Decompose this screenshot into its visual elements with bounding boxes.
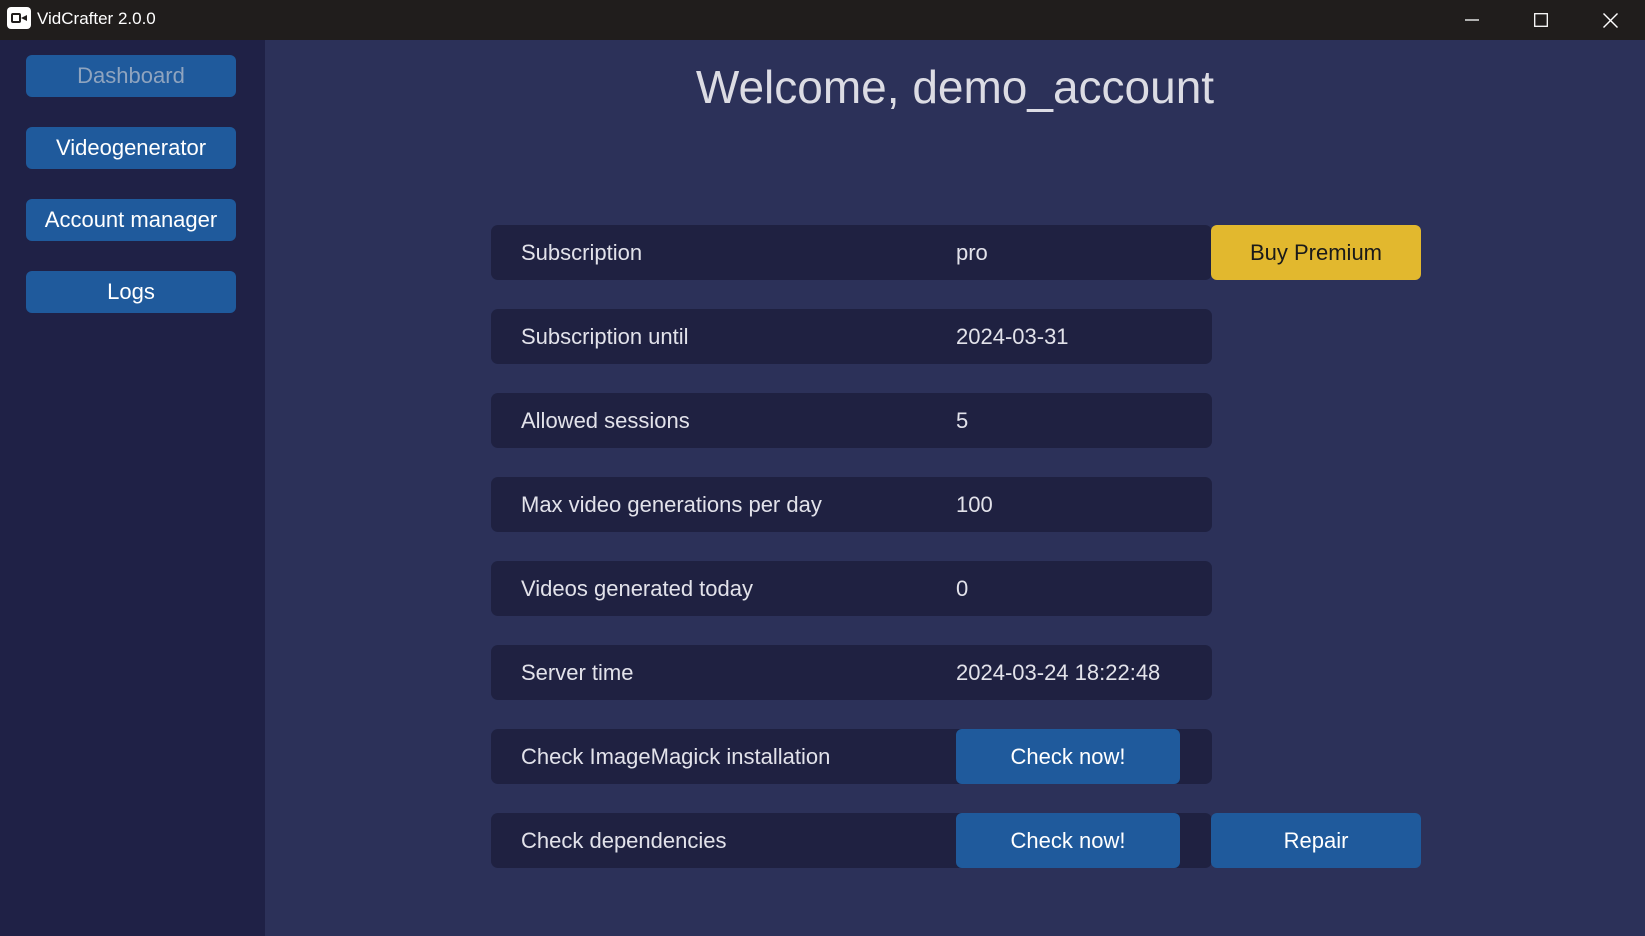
close-icon	[1603, 13, 1618, 28]
row-server-time: Server time 2024-03-24 18:22:48	[491, 645, 1212, 700]
sidebar-item-dashboard[interactable]: Dashboard	[26, 55, 236, 97]
row-label: Videos generated today	[521, 576, 753, 601]
page-title: Welcome, demo_account	[695, 61, 1215, 113]
row-value: 100	[956, 492, 993, 517]
row-subscription: Subscription pro	[491, 225, 1212, 280]
buy-premium-button[interactable]: Buy Premium	[1211, 225, 1421, 280]
row-max-video-generations: Max video generations per day 100	[491, 477, 1212, 532]
row-value: pro	[956, 240, 988, 265]
row-videos-generated-today: Videos generated today 0	[491, 561, 1212, 616]
row-label: Server time	[521, 660, 634, 685]
video-camera-icon	[7, 7, 31, 29]
app-window: VidCrafter 2.0.0 Dashboard Videogenerato…	[0, 0, 1645, 936]
row-label: Check ImageMagick installation	[521, 744, 831, 769]
maximize-button[interactable]	[1506, 0, 1576, 40]
repair-button[interactable]: Repair	[1211, 813, 1421, 868]
close-button[interactable]	[1575, 0, 1645, 40]
row-label: Allowed sessions	[521, 408, 690, 433]
row-value: 2024-03-24 18:22:48	[956, 660, 1161, 685]
window-title: VidCrafter 2.0.0	[37, 9, 156, 28]
sidebar-item-logs[interactable]: Logs	[26, 271, 236, 313]
title-bar: VidCrafter 2.0.0	[0, 0, 1645, 40]
row-value: 0	[956, 576, 969, 601]
check-dependencies-button[interactable]: Check now!	[956, 813, 1180, 868]
row-allowed-sessions: Allowed sessions 5	[491, 393, 1212, 448]
minimize-icon	[1465, 19, 1479, 21]
row-label: Check dependencies	[521, 828, 727, 853]
row-label: Subscription until	[521, 324, 689, 349]
minimize-button[interactable]	[1437, 0, 1507, 40]
sidebar-item-videogenerator[interactable]: Videogenerator	[26, 127, 236, 169]
row-value: 5	[956, 408, 969, 433]
sidebar: Dashboard Videogenerator Account manager…	[0, 40, 265, 936]
row-subscription-until: Subscription until 2024-03-31	[491, 309, 1212, 364]
check-imagemagick-button[interactable]: Check now!	[956, 729, 1180, 784]
row-value: 2024-03-31	[956, 324, 1069, 349]
row-label: Max video generations per day	[521, 492, 822, 517]
row-label: Subscription	[521, 240, 643, 265]
sidebar-item-account-manager[interactable]: Account manager	[26, 199, 236, 241]
maximize-icon	[1534, 13, 1548, 27]
